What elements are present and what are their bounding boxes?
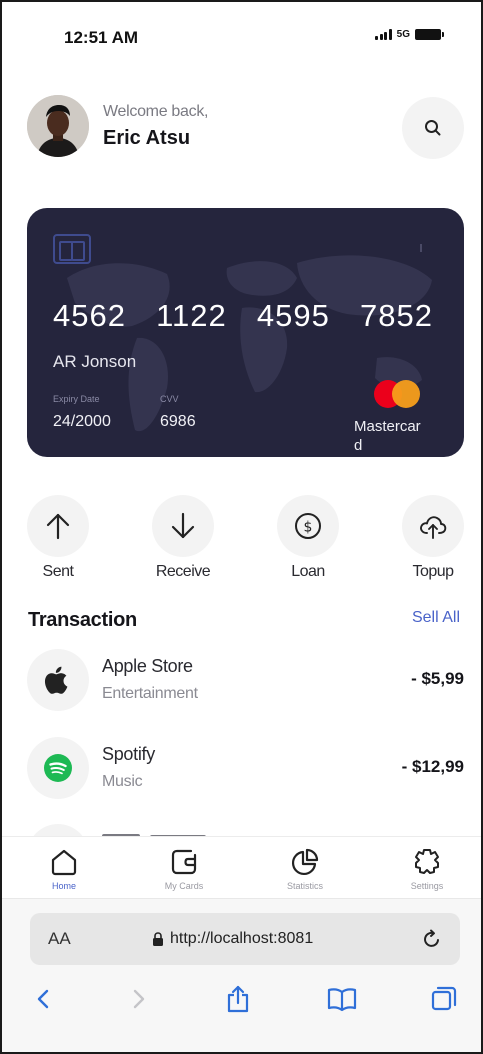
bookmarks-button[interactable] (326, 983, 358, 1015)
bottom-navigation: Home My Cards Statistics Settings (2, 836, 481, 898)
loan-action-button[interactable]: $ Loan (273, 495, 343, 581)
card-mark (420, 244, 422, 252)
reader-settings-button[interactable]: AA (48, 929, 71, 949)
cvv-label: CVV (160, 394, 179, 404)
reload-button[interactable] (418, 925, 446, 953)
card-number-group: 4562 (53, 298, 126, 333)
nav-statistics[interactable]: Statistics (265, 845, 345, 891)
arrow-up-icon (46, 513, 70, 540)
action-label: Sent (42, 563, 74, 580)
forward-button[interactable] (123, 983, 155, 1015)
expiry-label: Expiry Date (53, 394, 100, 404)
topup-action-button[interactable]: Topup (398, 495, 468, 581)
transaction-name: Spotify (102, 744, 155, 764)
arrow-down-icon (171, 512, 195, 539)
tabs-icon (431, 986, 457, 1011)
greeting-text: Welcome back, (103, 103, 209, 120)
url-text: http://localhost:8081 (170, 930, 314, 947)
card-number: 4562 1122 4595 7852 (53, 298, 433, 334)
status-time: 12:51 AM (64, 28, 139, 47)
card-icon (171, 849, 197, 875)
card-number-group: 7852 (360, 298, 433, 333)
back-button[interactable] (27, 983, 59, 1015)
see-all-link[interactable]: Sell All (412, 609, 460, 627)
avatar[interactable] (27, 95, 89, 157)
sent-action-button[interactable]: Sent (23, 495, 93, 581)
transaction-amount: - $5,99 (411, 669, 464, 688)
network-label: 5G (396, 29, 410, 40)
expiry-value: 24/2000 (53, 413, 111, 430)
bank-card[interactable]: 4562 1122 4595 7852 AR Jonson Expiry Dat… (27, 208, 464, 457)
transaction-item[interactable]: Apple Store Entertainment - $5,99 (27, 647, 464, 735)
action-label: Loan (291, 563, 325, 580)
apple-icon (44, 666, 68, 694)
card-holder-name: AR Jonson (53, 352, 137, 371)
card-number-group: 4595 (256, 298, 330, 333)
transaction-category: Music (102, 773, 143, 790)
nav-home[interactable]: Home (24, 845, 104, 891)
transaction-amount: - $12,99 (401, 757, 464, 776)
card-chip-icon (53, 234, 91, 264)
svg-text:$: $ (304, 520, 313, 536)
nav-my-cards[interactable]: My Cards (144, 845, 224, 891)
cvv-value: 6986 (160, 413, 196, 430)
tabs-button[interactable] (428, 983, 460, 1015)
phone-frame: 12:51 AM 5G Welcome back, Eric Atsu 4562… (0, 0, 483, 1054)
header: Welcome back, Eric Atsu (27, 95, 464, 159)
nav-settings[interactable]: Settings (387, 845, 467, 891)
transaction-item[interactable]: Spotify Music - $12,99 (27, 735, 464, 823)
pie-chart-icon (291, 848, 319, 876)
cloud-upload-icon (420, 516, 447, 539)
chevron-left-icon (37, 989, 49, 1009)
transaction-name: Apple Store (102, 656, 193, 676)
transaction-list: Apple Store Entertainment - $5,99 Spotif… (27, 647, 464, 823)
lock-icon (153, 932, 163, 946)
url-bar[interactable]: AA http://localhost:8081 (30, 913, 460, 965)
nav-label: Statistics (286, 881, 323, 891)
status-indicators: 5G (375, 29, 444, 40)
transaction-section-title: Transaction (28, 609, 137, 631)
signal-icon (375, 29, 392, 40)
user-name: Eric Atsu (103, 127, 191, 149)
book-icon (327, 988, 357, 1012)
share-icon (227, 985, 249, 1013)
spotify-icon (44, 754, 72, 782)
battery-icon (415, 29, 444, 40)
nav-label: My Cards (164, 881, 204, 891)
action-label: Receive (155, 563, 211, 580)
browser-chrome: AA http://localhost:8081 (2, 898, 481, 1052)
search-icon (425, 120, 441, 136)
mastercard-logo-icon (374, 380, 424, 408)
dollar-coin-icon: $ (295, 513, 321, 539)
nav-label: Settings (410, 881, 444, 891)
card-brand: Mastercard (354, 418, 421, 454)
receive-action-button[interactable]: Receive (148, 495, 218, 581)
search-button[interactable] (402, 97, 464, 159)
quick-actions: Sent Receive $ Loan Topup (27, 495, 464, 585)
chevron-right-icon (133, 989, 145, 1009)
action-label: Topup (412, 563, 454, 580)
settings-icon (415, 849, 439, 874)
share-button[interactable] (222, 983, 254, 1015)
status-bar: 12:51 AM 5G (2, 2, 481, 72)
reload-icon (424, 929, 439, 947)
nav-label: Home (51, 881, 76, 891)
card-number-group: 1122 (156, 298, 227, 333)
home-icon (51, 849, 77, 876)
transaction-category: Entertainment (102, 685, 198, 702)
